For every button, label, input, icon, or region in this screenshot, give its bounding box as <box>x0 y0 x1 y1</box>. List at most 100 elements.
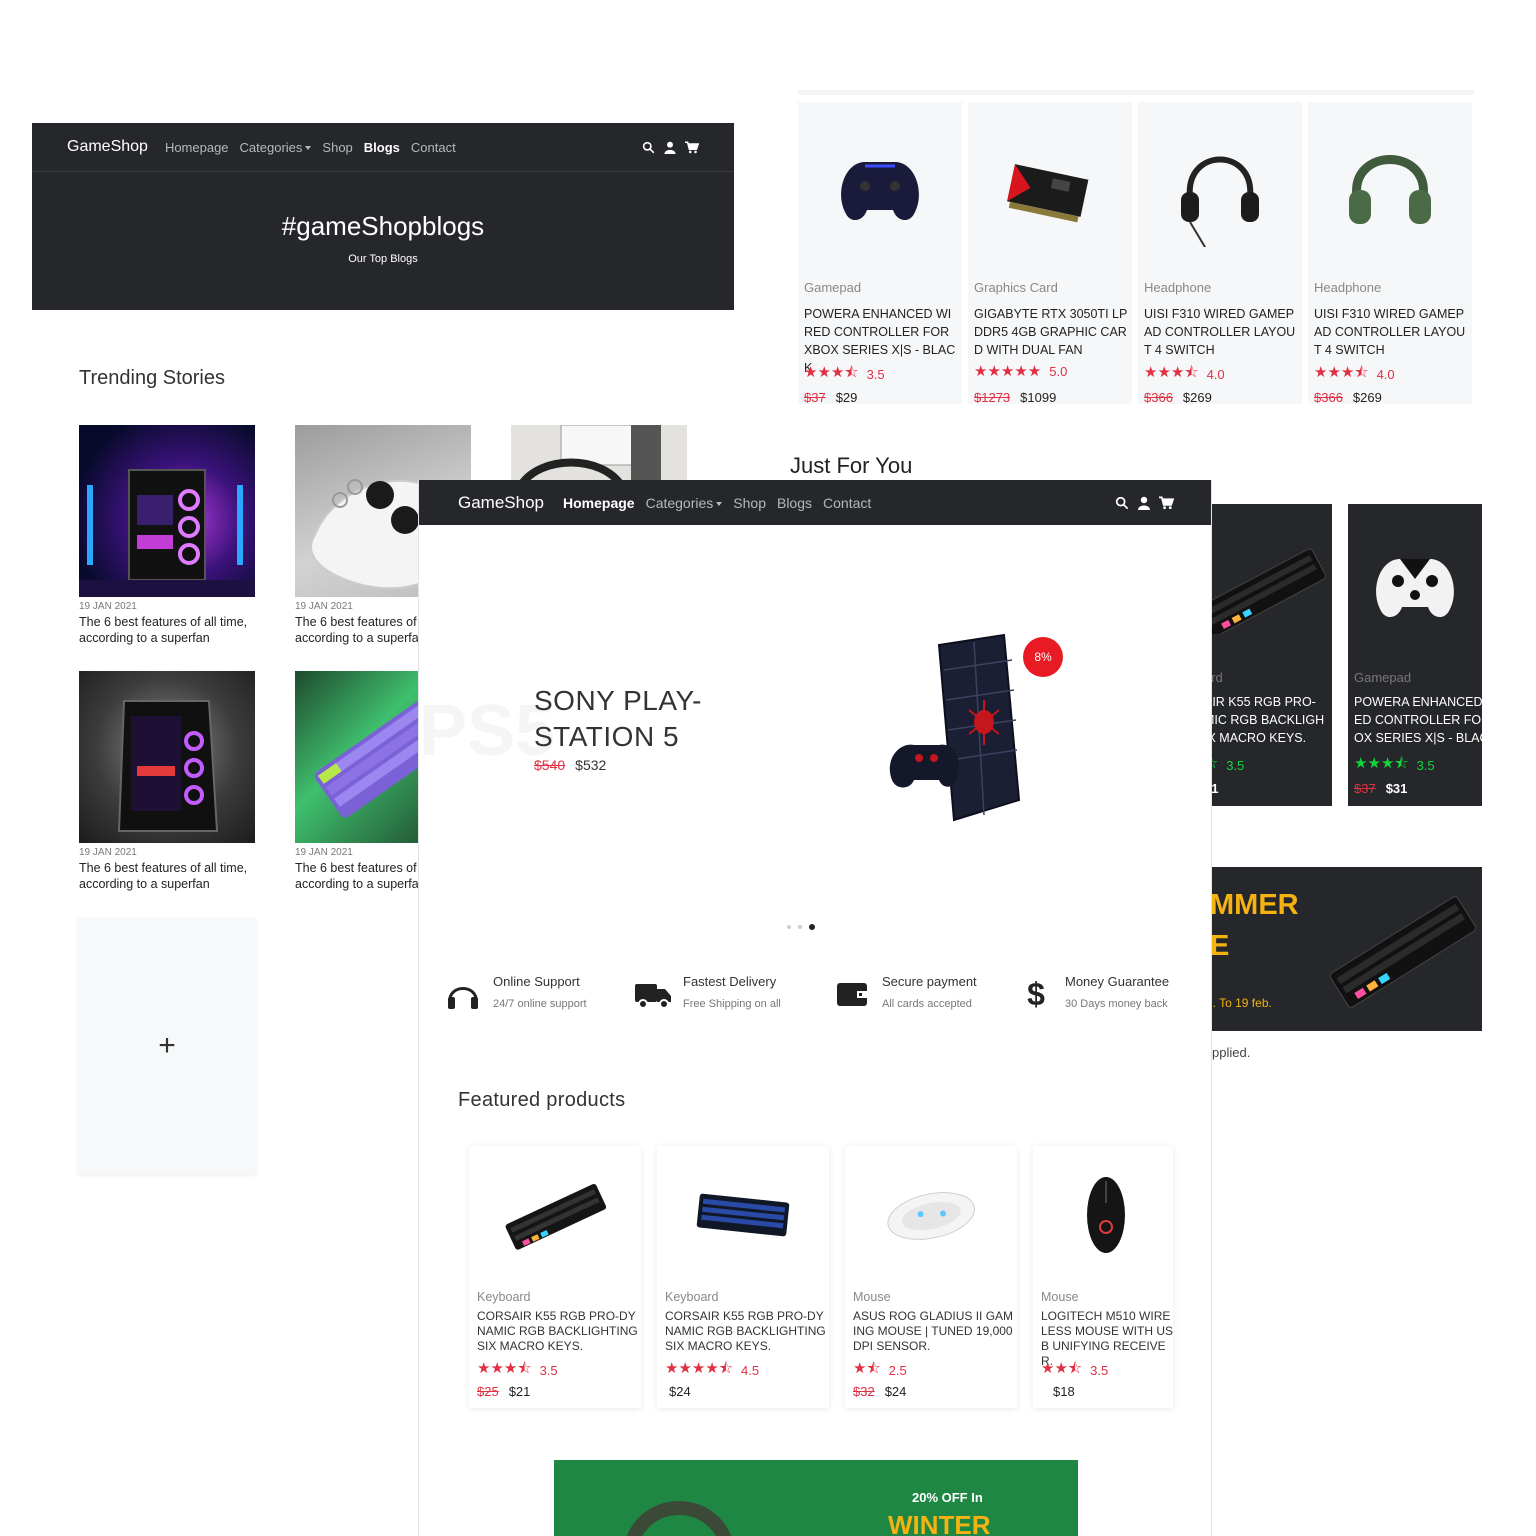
product-name-line: AIR K55 RGB PRO- <box>1204 695 1316 709</box>
current-price: $29 <box>835 390 858 405</box>
product-card[interactable]: Mouse LOGITECH M510 WIRELESS MOUSE WITH … <box>1033 1146 1173 1408</box>
star-icons: ★★★★★ <box>974 363 1042 380</box>
product-name[interactable]: CORSAIR K55 RGB PRO-DYNAMIC RGB BACKLIGH… <box>477 1309 639 1354</box>
rating-value: 4.5 <box>741 1363 760 1378</box>
featured-products-heading: Featured products <box>458 1089 626 1111</box>
story-headline[interactable]: The 6 best features of all time, accordi… <box>79 860 255 892</box>
search-icon[interactable] <box>1115 496 1129 510</box>
current-price: $1099 <box>1020 390 1057 405</box>
carousel-indicators <box>787 924 815 930</box>
rating-stars: ★★★★★ 5.0 <box>974 362 1067 380</box>
product-name[interactable]: ASUS ROG GLADIUS II GAMING MOUSE | TUNED… <box>853 1309 1015 1354</box>
story-card[interactable]: 19 JAN 2021 The 6 best features of all t… <box>79 425 255 646</box>
product-category: Keyboard <box>477 1290 531 1304</box>
divider <box>32 171 734 172</box>
cart-icon[interactable] <box>1159 496 1174 510</box>
story-headline[interactable]: The 6 best features of all time, accordi… <box>79 614 255 646</box>
current-price: $21 <box>508 1384 531 1399</box>
add-story-button[interactable]: + <box>78 918 256 1174</box>
product-card[interactable]: Keyboard CORSAIR K55 RGB PRO-DYNAMIC RGB… <box>657 1146 829 1408</box>
product-name[interactable]: GIGABYTE RTX 3050TI LP DDR5 4GB GRAPHIC … <box>974 305 1130 359</box>
brand-logo[interactable]: GameShop <box>458 493 544 513</box>
product-card[interactable]: Graphics Card GIGABYTE RTX 3050TI LP DDR… <box>968 102 1132 405</box>
current-price: $24 <box>884 1384 907 1399</box>
product-card[interactable]: Headphone UISI F310 WIRED GAMEPAD CONTRO… <box>1308 102 1472 405</box>
feature-subtitle: 24/7 online support <box>493 998 587 1010</box>
product-category: Keyboard <box>665 1290 719 1304</box>
product-name-line: IX MACRO KEYS. <box>1204 731 1307 745</box>
nav-categories[interactable]: Categories <box>240 140 312 155</box>
product-card[interactable]: Keyboard CORSAIR K55 RGB PRO-DYNAMIC RGB… <box>469 1146 641 1408</box>
nav-icons <box>642 140 699 154</box>
nav-blogs[interactable]: Blogs <box>364 140 400 155</box>
product-card[interactable]: Gamepad POWERA ENHANCED ED CONTROLLER FO… <box>1348 504 1482 806</box>
hero-price: $540 $532 <box>534 757 606 773</box>
rating-stars: ★★★⯪ 4.0 <box>1144 362 1225 387</box>
nav-categories[interactable]: Categories <box>646 495 723 511</box>
user-icon[interactable] <box>1138 496 1150 510</box>
keyboard-icon <box>1329 896 1477 1008</box>
dollar-icon: $ <box>1027 975 1045 1012</box>
gaming-pc-icon <box>79 469 255 597</box>
rating-stars: ★★★⯪ 4.0 <box>1314 362 1395 387</box>
star-icons: ★★★⯪ <box>1314 364 1369 381</box>
brand-logo[interactable]: GameShop <box>67 138 148 156</box>
product-name-line: ED CONTROLLER FOR <box>1354 713 1482 727</box>
homepage-screenshot: GameShop Homepage Categories Shop Blogs … <box>418 480 1212 1536</box>
headphone-icon <box>1138 112 1302 272</box>
home-navbar: GameShop Homepage Categories Shop Blogs … <box>419 480 1211 525</box>
product-name[interactable]: UISI F310 WIRED GAMEPAD CONTROLLER LAYOU… <box>1144 305 1300 359</box>
product-card[interactable]: ard AIR K55 RGB PRO- MIC RGB BACKLIGH IX… <box>1198 504 1332 806</box>
nav-contact[interactable]: Contact <box>823 495 871 511</box>
old-price: $25 <box>477 1384 499 1399</box>
product-name[interactable]: POWERA ENHANCED ED CONTROLLER FOR OX SER… <box>1354 693 1482 747</box>
feature-title: Secure payment <box>882 974 977 989</box>
blog-hero: GameShop Homepage Categories Shop Blogs … <box>32 123 734 310</box>
nav-blogs[interactable]: Blogs <box>777 495 812 511</box>
current-price: $269 <box>1182 390 1212 405</box>
product-category: Gamepad <box>1354 670 1412 685</box>
nav-contact[interactable]: Contact <box>411 140 456 155</box>
product-name[interactable]: AIR K55 RGB PRO- MIC RGB BACKLIGH IX MAC… <box>1204 693 1332 747</box>
blog-hero-title: #gameShopblogs <box>281 211 485 241</box>
nav-homepage[interactable]: Homepage <box>563 495 635 511</box>
caret-down-icon <box>305 146 312 151</box>
winter-sale-banner[interactable]: 20% OFF In WINTER <box>554 1460 1078 1536</box>
product-name[interactable]: UISI F310 WIRED GAMEPAD CONTROLLER LAYOU… <box>1314 305 1470 359</box>
feature-money-guarantee: $ Money Guarantee 30 Days money back <box>1017 974 1169 1012</box>
old-price: $37 <box>804 390 826 405</box>
nav-shop[interactable]: Shop <box>733 495 766 511</box>
summer-sale-banner[interactable]: MMER E l. To 19 feb. <box>1198 867 1482 1031</box>
trending-heading: Trending Stories <box>79 367 225 389</box>
carousel-dot-active[interactable] <box>809 924 815 930</box>
carousel-dot[interactable] <box>798 925 802 929</box>
old-price: $366 <box>1144 390 1173 405</box>
mouse-icon <box>845 1160 1017 1270</box>
product-price: $366 $269 <box>1144 390 1212 405</box>
blog-hero-subtitle: Our Top Blogs <box>348 253 418 265</box>
product-name[interactable]: CORSAIR K55 RGB PRO-DYNAMIC RGB BACKLIGH… <box>665 1309 827 1354</box>
nav-homepage[interactable]: Homepage <box>165 140 229 155</box>
story-card[interactable]: 19 JAN 2021 The 6 best features of all t… <box>79 671 255 892</box>
gpu-icon <box>968 112 1132 272</box>
current-price: $269 <box>1352 390 1382 405</box>
carousel-dot[interactable] <box>787 925 791 929</box>
star-icons: ★★⯪ <box>1041 1360 1083 1377</box>
keyboard-icon <box>469 1160 641 1270</box>
story-thumbnail <box>79 671 255 843</box>
product-category: Graphics Card <box>974 280 1058 295</box>
truck-icon <box>633 976 673 1012</box>
product-card[interactable]: Headphone UISI F310 WIRED GAMEPAD CONTRO… <box>1138 102 1302 405</box>
user-icon[interactable] <box>664 141 676 154</box>
caret-down-icon <box>716 501 723 506</box>
search-icon[interactable] <box>642 141 655 154</box>
rating-stars: ★★★★⯪ 4.5 <box>665 1358 759 1383</box>
nav-shop[interactable]: Shop <box>322 140 352 155</box>
product-card[interactable]: Gamepad POWERA ENHANCED WIRED CONTROLLER… <box>798 102 962 405</box>
star-icons: ★★★⯪ <box>804 364 859 381</box>
cart-icon[interactable] <box>685 140 699 154</box>
product-price: $37 $31 <box>1354 781 1407 796</box>
product-card[interactable]: Mouse ASUS ROG GLADIUS II GAMING MOUSE |… <box>845 1146 1017 1408</box>
product-price: $37 $29 <box>804 390 857 405</box>
product-price: $25 $21 <box>477 1384 530 1399</box>
